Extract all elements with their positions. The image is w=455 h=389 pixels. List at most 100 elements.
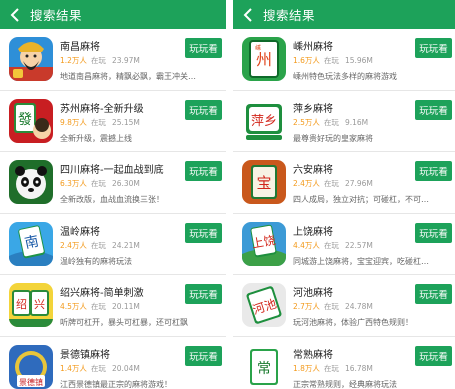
game-desc: 四人成局，独立对抗；可碰杠，不可… bbox=[293, 195, 429, 204]
game-name: 绍兴麻将-简单刺激 bbox=[60, 288, 144, 299]
play-button[interactable]: 玩玩看 bbox=[415, 345, 452, 366]
result-list: 南昌麻将 1.2万人 在玩 23.97M 地道南昌麻将，精飘必飘，霸王冲关… 玩玩看… bbox=[0, 29, 226, 389]
list-item[interactable]: 河池 河池麻将 2.7万人 在玩 24.78M 玩河池麻将，体验广西特色规则！ 玩玩… bbox=[233, 275, 455, 337]
online-label: 在玩 bbox=[90, 240, 106, 250]
download-count: 2.4万人 bbox=[60, 240, 87, 250]
panel-divider bbox=[226, 0, 233, 389]
list-item[interactable]: 萍乡 萍乡麻将 2.5万人 在玩 9.16M 最尊贵好玩的皇家麻将 玩玩看 bbox=[233, 91, 455, 152]
file-size: 27.96M bbox=[344, 179, 373, 188]
hechi-tile-icon: 河池 bbox=[242, 283, 286, 327]
game-meta: 9.8万人 在玩 25.15M bbox=[60, 117, 140, 128]
svg-text:嵊: 嵊 bbox=[255, 44, 261, 52]
play-button[interactable]: 玩玩看 bbox=[415, 38, 452, 58]
game-meta: 4.4万人 在玩 22.57M bbox=[293, 240, 373, 251]
list-item[interactable]: 绍 兴 绍兴麻将-简单刺激 4.5万人 在玩 20.11M 听牌可杠开，暴头可杠暴，… bbox=[0, 275, 226, 337]
list-item[interactable]: 南 温岭麻将 2.4万人 在玩 24.21M 温岭独有的麻将玩法 玩玩看 bbox=[0, 214, 226, 275]
panda-icon bbox=[9, 160, 53, 204]
game-desc: 地道南昌麻将，精飘必飘，霸王冲关… bbox=[60, 72, 196, 81]
download-count: 6.3万人 bbox=[60, 179, 87, 188]
game-meta: 2.4万人 在玩 27.96M bbox=[293, 178, 373, 189]
play-button[interactable]: 玩玩看 bbox=[415, 99, 452, 120]
online-label: 在玩 bbox=[323, 179, 339, 188]
file-size: 20.04M bbox=[111, 363, 140, 373]
svg-text:常: 常 bbox=[257, 361, 271, 377]
game-name: 河池麻将 bbox=[293, 288, 333, 299]
game-desc: 全新改版，血战血流换三张！ bbox=[60, 195, 164, 204]
game-meta: 6.3万人 在玩 26.30M bbox=[60, 178, 140, 189]
list-item[interactable]: 州 嵊 嵊州麻将 1.6万人 在玩 15.96M 嵊州特色玩法多样的麻将游戏 玩玩看 bbox=[233, 29, 455, 91]
play-button[interactable]: 玩玩看 bbox=[185, 38, 222, 58]
online-label: 在玩 bbox=[323, 302, 339, 311]
game-desc: 最尊贵好玩的皇家麻将 bbox=[293, 133, 373, 143]
svg-text:绍: 绍 bbox=[16, 297, 27, 311]
download-count: 4.4万人 bbox=[293, 240, 320, 250]
list-item[interactable]: 常 常熟麻将 1.8万人 在玩 16.78M 正宗常熟规则，经典麻将玩法 玩玩看 bbox=[233, 337, 455, 389]
list-item[interactable]: 四川麻将-一起血战到底 6.3万人 在玩 26.30M 全新改版，血战血流换三张！ … bbox=[0, 152, 226, 214]
list-item[interactable]: 上饶 上饶麻将 4.4万人 在玩 22.57M 同城游上饶麻将，宝宝迎宾，吃碰杠… … bbox=[233, 214, 455, 275]
file-size: 25.15M bbox=[111, 117, 140, 127]
mahjong-tile-icon: 發 bbox=[9, 98, 53, 143]
result-list: 州 嵊 嵊州麻将 1.6万人 在玩 15.96M 嵊州特色玩法多样的麻将游戏 玩玩看… bbox=[233, 29, 455, 389]
download-count: 2.4万人 bbox=[293, 179, 320, 188]
file-size: 9.16M bbox=[344, 117, 369, 127]
page-title: 搜索结果 bbox=[263, 8, 316, 23]
list-item[interactable]: 景德镇 景德镇麻将 1.4万人 在玩 20.04M 江西景德镇最正宗的麻将游戏！ 玩… bbox=[0, 337, 226, 389]
shaoxing-tile-icon: 绍 兴 bbox=[9, 283, 53, 327]
pingxiang-tile-icon: 萍乡 bbox=[242, 98, 286, 143]
game-meta: 4.5万人 在玩 20.11M bbox=[60, 301, 140, 312]
play-button[interactable]: 玩玩看 bbox=[415, 161, 452, 181]
play-button[interactable]: 玩玩看 bbox=[415, 222, 452, 243]
online-label: 在玩 bbox=[90, 363, 106, 373]
download-count: 1.8万人 bbox=[293, 363, 320, 373]
game-desc: 同城游上饶麻将，宝宝迎宾，吃碰杠… bbox=[293, 256, 429, 266]
online-label: 在玩 bbox=[90, 179, 106, 188]
download-count: 4.5万人 bbox=[60, 302, 87, 311]
download-count: 9.8万人 bbox=[60, 117, 87, 127]
shengzhou-tile-icon: 州 嵊 bbox=[242, 37, 286, 81]
play-button[interactable]: 玩玩看 bbox=[185, 161, 222, 181]
play-button[interactable]: 玩玩看 bbox=[185, 345, 222, 366]
file-size: 16.78M bbox=[344, 363, 373, 373]
download-count: 1.6万人 bbox=[293, 56, 320, 65]
play-button[interactable]: 玩玩看 bbox=[185, 284, 222, 304]
file-size: 23.97M bbox=[111, 56, 140, 65]
download-count: 1.2万人 bbox=[60, 56, 87, 65]
list-item[interactable]: 發 苏州麻将-全新升级 9.8万人 在玩 25.15M 全新升级，震撼上线 玩玩看 bbox=[0, 91, 226, 152]
top-bar: 搜索结果 bbox=[0, 0, 226, 29]
game-name: 四川麻将-一起血战到底 bbox=[60, 165, 164, 176]
game-name: 苏州麻将-全新升级 bbox=[60, 103, 144, 115]
play-button[interactable]: 玩玩看 bbox=[185, 99, 222, 120]
game-desc: 听牌可杠开，暴头可杠暴，还可杠飘 bbox=[60, 318, 188, 327]
svg-text:景德镇: 景德镇 bbox=[19, 377, 43, 387]
jingdezhen-icon: 景德镇 bbox=[9, 344, 53, 389]
play-button[interactable]: 玩玩看 bbox=[185, 222, 222, 243]
list-item[interactable]: 宝 六安麻将 2.4万人 在玩 27.96M 四人成局，独立对抗；可碰杠，不可… 玩… bbox=[233, 152, 455, 214]
game-desc: 江西景德镇最正宗的麻将游戏！ bbox=[60, 379, 172, 389]
game-name: 嵊州麻将 bbox=[293, 42, 333, 53]
download-count: 2.5万人 bbox=[293, 117, 320, 127]
game-name: 六安麻将 bbox=[293, 165, 333, 176]
download-count: 2.7万人 bbox=[293, 302, 320, 311]
game-name: 上饶麻将 bbox=[293, 226, 333, 238]
play-button[interactable]: 玩玩看 bbox=[415, 284, 452, 304]
game-name: 南昌麻将 bbox=[60, 42, 100, 53]
svg-text:州: 州 bbox=[256, 50, 272, 69]
svg-text:萍乡: 萍乡 bbox=[251, 114, 277, 129]
online-label: 在玩 bbox=[90, 56, 106, 65]
game-name: 常熟麻将 bbox=[293, 349, 333, 361]
bao-tile-icon: 宝 bbox=[242, 160, 286, 204]
back-arrow-icon[interactable] bbox=[233, 0, 263, 29]
right-screen: 搜索结果 州 嵊 嵊州麻将 1.6万人 在玩 15.96M 嵊州特色玩法多样的麻将游… bbox=[233, 0, 455, 389]
list-item[interactable]: 南昌麻将 1.2万人 在玩 23.97M 地道南昌麻将，精飘必飘，霸王冲关… 玩玩看 bbox=[0, 29, 226, 91]
game-desc: 温岭独有的麻将玩法 bbox=[60, 256, 132, 266]
file-size: 24.21M bbox=[111, 240, 140, 250]
game-meta: 1.8万人 在玩 16.78M bbox=[293, 363, 373, 374]
game-name: 景德镇麻将 bbox=[60, 349, 110, 361]
svg-text:發: 發 bbox=[18, 112, 32, 128]
left-screen: 搜索结果 南昌麻将 1.2万人 在玩 23.97M 地道南昌麻将，精飘必飘，霸王冲关… bbox=[0, 0, 226, 389]
back-arrow-icon[interactable] bbox=[0, 0, 30, 29]
nan-tile-icon: 南 bbox=[9, 221, 53, 266]
file-size: 15.96M bbox=[344, 56, 373, 65]
game-meta: 1.6万人 在玩 15.96M bbox=[293, 55, 373, 66]
game-meta: 2.7万人 在玩 24.78M bbox=[293, 301, 373, 312]
